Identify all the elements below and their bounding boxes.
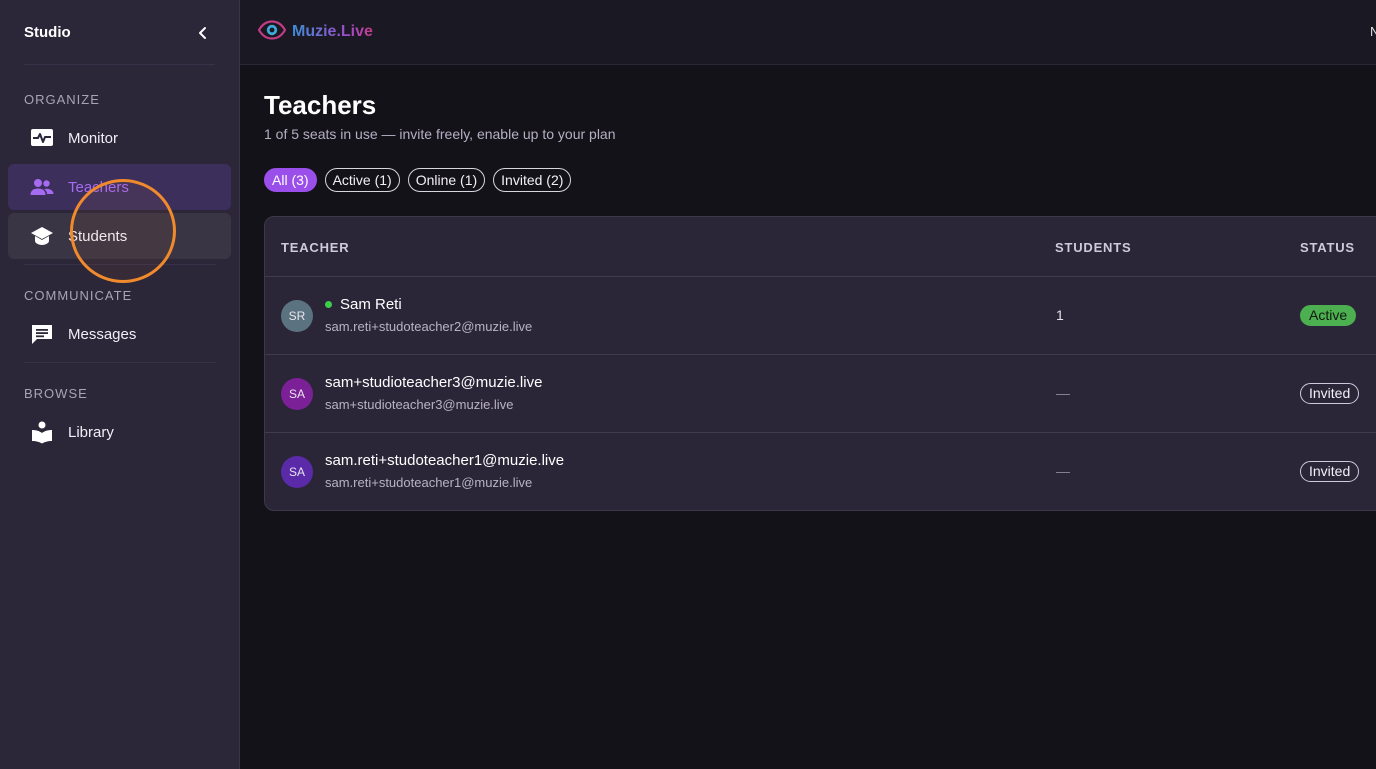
sidebar-item-label: Monitor xyxy=(68,129,119,147)
teachers-table: TEACHER STUDENTS STATUS SR Sam Reti sam.… xyxy=(264,216,1376,511)
filter-chip-online[interactable]: Online (1) xyxy=(407,168,486,192)
online-indicator xyxy=(325,301,332,308)
status-badge: Invited xyxy=(1300,383,1360,404)
app-root: Studio ORGANIZE Monitor Teachers Student… xyxy=(0,0,1376,769)
section-label-organize: ORGANIZE xyxy=(24,92,100,107)
filter-chip-all[interactable]: All (3) xyxy=(264,168,317,192)
teacher-email: sam+studioteacher3@muzie.live xyxy=(325,397,514,412)
status-badge: Invited xyxy=(1300,461,1360,482)
students-count: 1 xyxy=(1056,307,1064,323)
page-subtitle: 1 of 5 seats in use — invite freely, ena… xyxy=(264,126,616,142)
table-row[interactable]: SA sam.reti+studoteacher1@muzie.live sam… xyxy=(265,433,1376,510)
students-count: — xyxy=(1056,463,1070,479)
eye-logo-icon xyxy=(257,19,287,45)
teacher-name: Sam Reti xyxy=(325,296,402,313)
teacher-name: sam.reti+studoteacher1@muzie.live xyxy=(325,452,565,469)
sidebar-item-label: Library xyxy=(68,423,114,441)
avatar: SA xyxy=(281,378,313,410)
sidebar-item-library[interactable]: Library xyxy=(8,409,231,455)
sidebar-item-messages[interactable]: Messages xyxy=(8,311,231,357)
book-reader-icon xyxy=(30,420,54,444)
chevron-left-icon[interactable] xyxy=(191,21,215,45)
students-count: — xyxy=(1056,385,1070,401)
section-label-communicate: COMMUNICATE xyxy=(24,288,133,303)
table-header-row: TEACHER STUDENTS STATUS xyxy=(265,217,1376,277)
top-right-menu[interactable]: N xyxy=(1370,24,1376,39)
filter-chip-active[interactable]: Active (1) xyxy=(324,168,400,192)
table-row[interactable]: SA sam+studioteacher3@muzie.live sam+stu… xyxy=(265,355,1376,433)
table-row[interactable]: SR Sam Reti sam.reti+studoteacher2@muzie… xyxy=(265,277,1376,355)
sidebar-divider xyxy=(24,264,216,265)
sidebar: Studio ORGANIZE Monitor Teachers Student… xyxy=(0,0,240,769)
avatar: SA xyxy=(281,456,313,488)
sidebar-item-students[interactable]: Students xyxy=(8,213,231,259)
teacher-email: sam.reti+studoteacher1@muzie.live xyxy=(325,475,533,490)
teacher-email: sam.reti+studoteacher2@muzie.live xyxy=(325,319,533,334)
brand-name: Muzie.Live xyxy=(292,23,373,40)
sidebar-divider xyxy=(24,362,216,363)
column-header-teacher[interactable]: TEACHER xyxy=(281,240,349,255)
sidebar-item-teachers[interactable]: Teachers xyxy=(8,164,231,210)
top-bar: Muzie.Live N xyxy=(240,0,1376,65)
sidebar-item-label: Teachers xyxy=(68,178,129,196)
avatar: SR xyxy=(281,300,313,332)
sidebar-item-label: Messages xyxy=(68,325,137,343)
page-title: Teachers xyxy=(264,90,377,120)
sidebar-item-label: Students xyxy=(68,227,128,245)
section-label-browse: BROWSE xyxy=(24,386,88,401)
column-header-status[interactable]: STATUS xyxy=(1300,240,1355,255)
status-badge: Active xyxy=(1300,305,1357,326)
chat-icon xyxy=(30,322,54,346)
filter-chip-invited[interactable]: Invited (2) xyxy=(493,168,572,192)
teacher-name: sam+studioteacher3@muzie.live xyxy=(325,374,543,391)
filter-chips: All (3) Active (1) Online (1) Invited (2… xyxy=(264,168,572,192)
sidebar-title: Studio xyxy=(24,24,71,41)
teacher-name-text: Sam Reti xyxy=(340,296,402,313)
brand-logo[interactable]: Muzie.Live xyxy=(257,19,373,45)
sidebar-item-monitor[interactable]: Monitor xyxy=(8,115,231,161)
people-icon xyxy=(30,175,54,199)
sidebar-header: Studio xyxy=(0,0,239,65)
monitor-heartbeat-icon xyxy=(30,126,54,150)
column-header-students[interactable]: STUDENTS xyxy=(1055,240,1131,255)
graduation-cap-icon xyxy=(30,224,54,248)
